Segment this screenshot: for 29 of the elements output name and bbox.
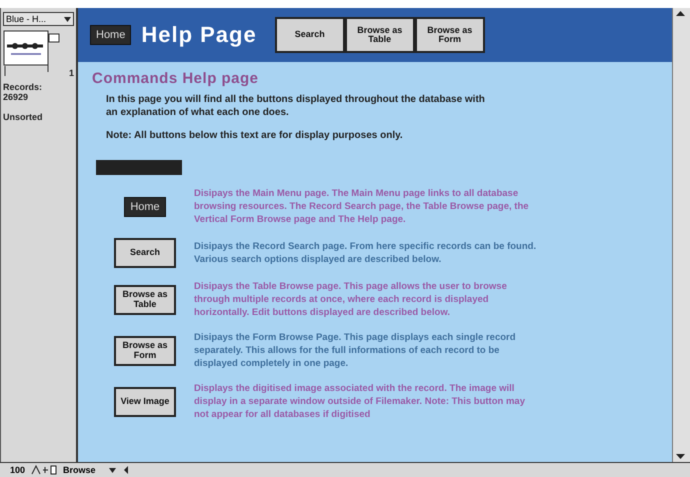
layout-dropdown[interactable]: Blue - H... [3, 12, 74, 26]
mode-dropdown[interactable]: Browse [63, 465, 104, 475]
scroll-left-icon[interactable] [122, 465, 130, 475]
nav-button[interactable]: Browse as Table [344, 17, 415, 53]
records-count: 26929 [3, 92, 30, 102]
command-button[interactable]: View Image [114, 386, 176, 416]
sort-status: Unsorted [3, 112, 44, 122]
section-heading: Commands Help page [92, 70, 260, 87]
caret-icon[interactable] [64, 16, 71, 22]
zoom-level[interactable]: 100 [10, 465, 26, 475]
note-text: Note: All buttons below this text are for display purposes only. [106, 129, 404, 142]
nav-button[interactable]: Search [274, 17, 345, 53]
home-button[interactable]: Home [90, 25, 132, 45]
command-description: Displays the digitised image associated with the record. The image will display in a separate window outside of Filemaker. Note: This button may not appear for all databases if digitised [194, 382, 526, 421]
intro-text: In this page you will find all the buttons displayed throughout the database with an explanation of what each one does. [106, 93, 486, 119]
command-button[interactable]: Browse as Form [114, 336, 176, 366]
command-description: Disipays the Table Browse page. This page allows the user to browse through multiple records at once, where each record is displayed horizontally. Edit buttons displayed are described below. [194, 280, 508, 319]
page-number: 1 [68, 68, 74, 78]
command-button[interactable]: Browse as Table [114, 284, 176, 314]
nav-button[interactable]: Browse as Form [414, 17, 485, 53]
command-description: Disipays the Record Search page. From here specific records can be found. Various search options displayed are described below. [194, 240, 538, 266]
page-title: Help Page [141, 22, 257, 48]
caret-icon[interactable] [109, 468, 116, 472]
zoom-icon[interactable] [31, 465, 58, 475]
home-button[interactable]: Home [124, 196, 166, 216]
command-description: Disipays the Main Menu page. The Main Menu page links to all database browsing resources. The Record Search page, the Table Browse page, the Vertical Form Browse page and The Help page. [194, 187, 530, 226]
command-button[interactable]: Search [114, 238, 176, 268]
records-label: Records: [3, 82, 44, 92]
command-description: Disipays the Form Browse Page. This page displays each single record separately. This allows for the full informations of each record to be displayed completely in one page. [194, 331, 517, 370]
